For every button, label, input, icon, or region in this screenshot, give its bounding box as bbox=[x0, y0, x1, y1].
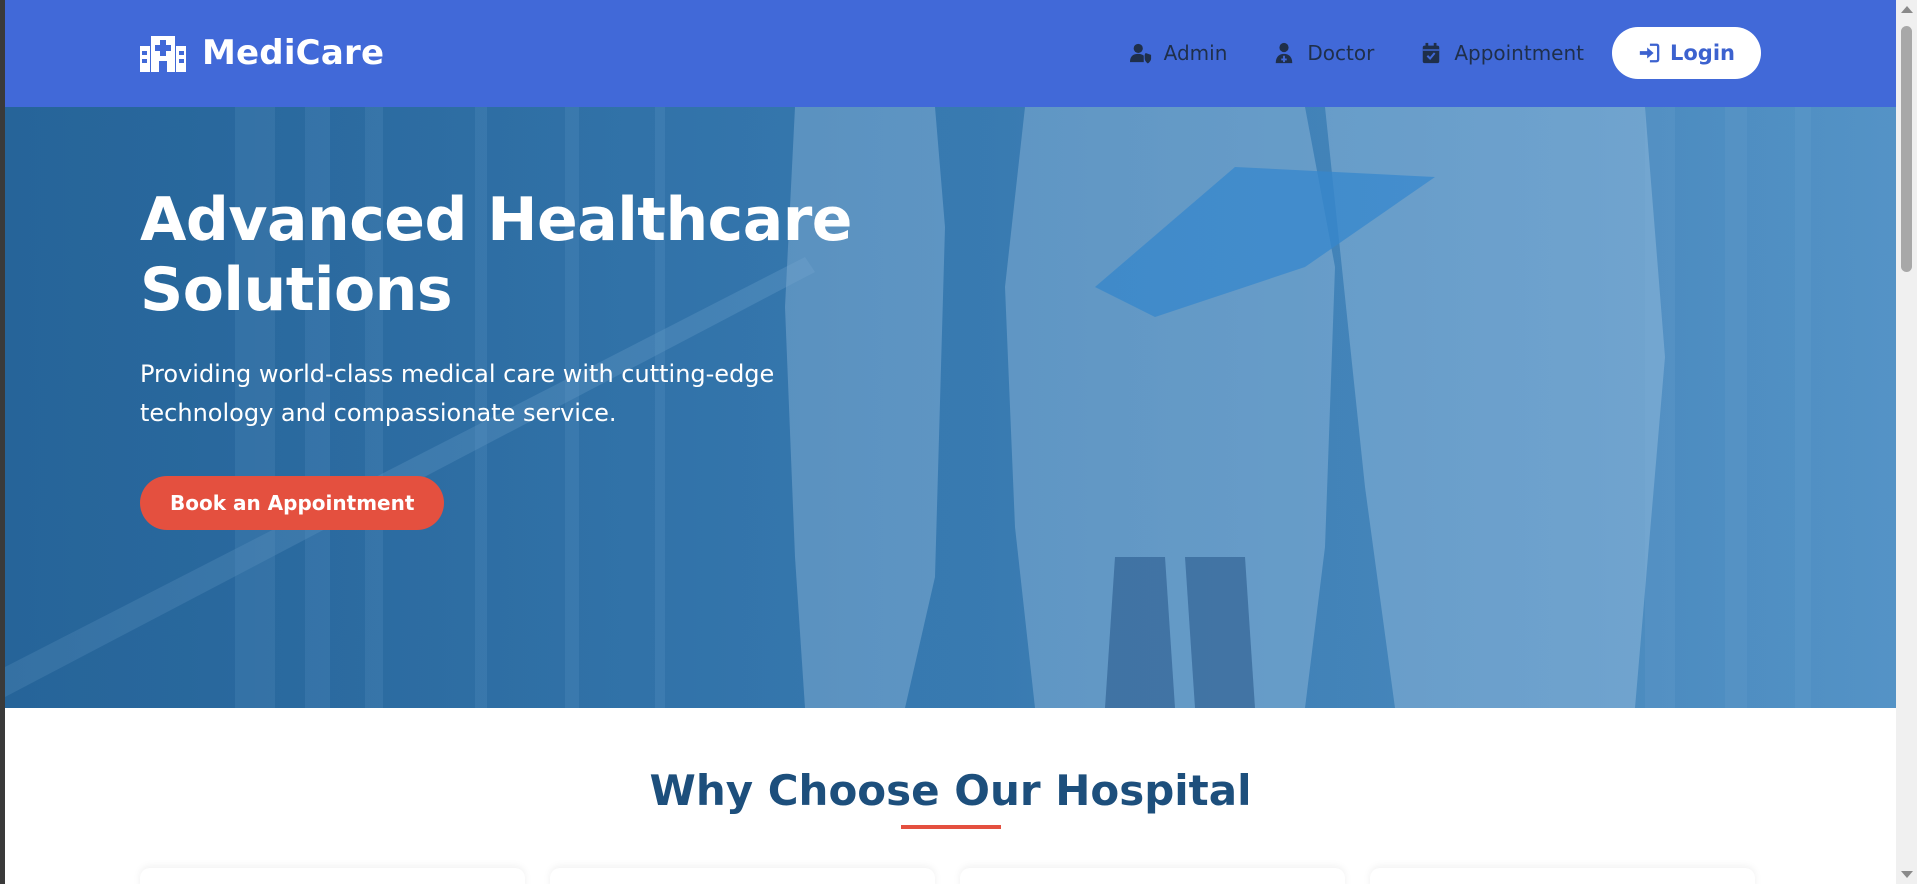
vertical-scrollbar[interactable] bbox=[1896, 0, 1917, 884]
scroll-up-arrow-icon[interactable] bbox=[1901, 6, 1913, 13]
login-button[interactable]: Login bbox=[1612, 27, 1761, 79]
hero-subtitle: Providing world-class medical care with … bbox=[140, 360, 775, 427]
hero-title: Advanced Healthcare Solutions bbox=[140, 185, 900, 325]
login-label: Login bbox=[1670, 41, 1735, 65]
nav-admin-link[interactable]: Admin bbox=[1129, 41, 1228, 65]
nav-doctor-label: Doctor bbox=[1307, 41, 1375, 65]
title-underline bbox=[901, 825, 1001, 829]
book-appointment-button[interactable]: Book an Appointment bbox=[140, 476, 445, 530]
nav-links: Admin Doctor Appointment Login bbox=[1129, 27, 1761, 79]
hero-section: Advanced Healthcare Solutions Providing … bbox=[5, 107, 1896, 708]
why-section-title: Why Choose Our Hospital bbox=[649, 766, 1252, 815]
brand-logo[interactable]: MediCare bbox=[140, 30, 384, 76]
scroll-down-arrow-icon[interactable] bbox=[1901, 871, 1913, 878]
hospital-icon bbox=[140, 36, 186, 72]
user-doctor-icon bbox=[1276, 42, 1293, 64]
page-viewport: MediCare Admin Doctor Appointment Login … bbox=[5, 0, 1896, 884]
nav-appointment-label: Appointment bbox=[1454, 41, 1584, 65]
hero-content: Advanced Healthcare Solutions Providing … bbox=[140, 185, 900, 530]
scrollbar-thumb[interactable] bbox=[1901, 26, 1912, 272]
why-section: Why Choose Our Hospital bbox=[5, 708, 1896, 884]
nav-doctor-link[interactable]: Doctor bbox=[1273, 41, 1374, 65]
nav-admin-label: Admin bbox=[1163, 41, 1228, 65]
feature-card bbox=[1370, 868, 1755, 884]
top-navbar: MediCare Admin Doctor Appointment Login bbox=[5, 0, 1896, 107]
user-shield-icon bbox=[1129, 43, 1151, 64]
feature-card bbox=[550, 868, 935, 884]
sign-in-icon bbox=[1639, 43, 1660, 63]
feature-card bbox=[140, 868, 525, 884]
calendar-check-icon bbox=[1423, 42, 1440, 64]
hero-title-line2: Solutions bbox=[140, 255, 453, 325]
feature-card bbox=[960, 868, 1345, 884]
nav-appointment-link[interactable]: Appointment bbox=[1420, 41, 1584, 65]
brand-name: MediCare bbox=[202, 33, 385, 73]
hero-title-line1: Advanced Healthcare bbox=[140, 185, 853, 255]
